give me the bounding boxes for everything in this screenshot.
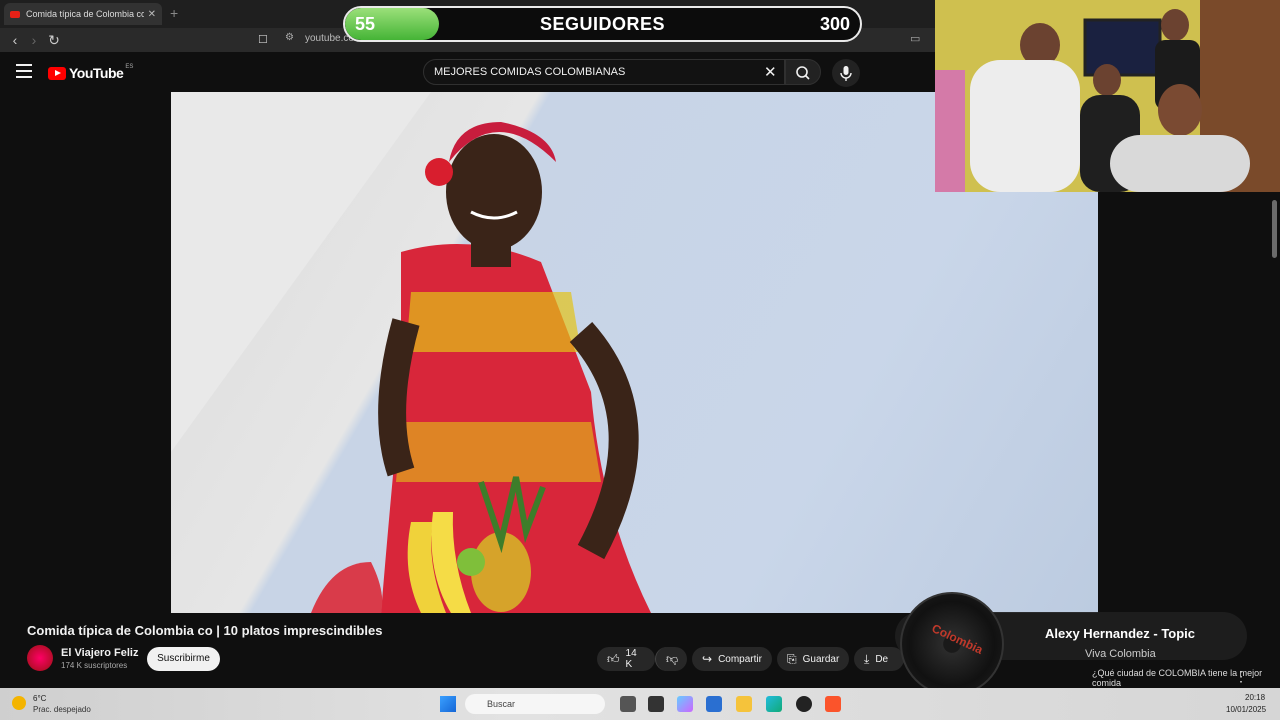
site-info-icon[interactable]: ⚙ [285,32,294,43]
bookmark-icon[interactable]: ☐ [258,33,268,46]
webcam-overlay [935,0,1280,192]
weather-sun-icon[interactable] [12,696,26,710]
brave-icon[interactable] [825,696,841,712]
download-icon: ⤓ [864,651,870,666]
music-song: Viva Colombia [1085,648,1156,660]
obs-icon[interactable] [796,696,812,712]
youtube-logo[interactable]: YouTube ES [48,64,134,81]
file-explorer-icon[interactable] [736,696,752,712]
taskbar-search-field[interactable]: Buscar [465,694,605,714]
task-view-icon[interactable] [620,696,636,712]
save-button[interactable]: ⎘ Guardar [777,647,849,671]
thumbs-up-icon: 👍︎ [607,651,620,666]
tab-title: Comida típica de Colombia co | 10 [26,9,144,19]
clear-search-icon[interactable]: ✕ [764,63,777,81]
channel-name[interactable]: El Viajero Feliz [61,647,138,659]
tab-close-icon[interactable]: ✕ [148,9,156,20]
hamburger-menu-icon[interactable] [16,64,32,78]
recommended-video-title[interactable]: ¿Qué ciudad de COLOMBIA tiene la mejor c… [1092,668,1280,688]
windows-taskbar: 6°C Prac. despejado Buscar 20:18 10/01/2… [0,688,1280,720]
follower-goal-bar: SEGUIDORES 55 300 [343,6,862,42]
back-icon[interactable]: ‹ [5,30,25,50]
page-scrollbar[interactable] [1272,200,1277,258]
clock-time[interactable]: 20:18 [1245,693,1265,702]
follower-count: 55 [355,14,376,34]
share-label: Compartir [718,653,762,665]
search-button[interactable] [785,59,821,85]
app-icon[interactable] [648,696,664,712]
subscribe-button[interactable]: Suscribirme [147,647,220,671]
thumbs-down-icon: 👎︎ [666,651,679,666]
reload-icon[interactable]: ↻ [44,30,64,50]
youtube-play-icon [48,66,66,80]
weather-temperature[interactable]: 6°C [33,694,46,703]
voice-search-button[interactable] [832,59,860,87]
copilot-icon[interactable] [677,696,693,712]
follower-goal-target: 300 [819,14,850,34]
logo-text: YouTube [69,65,124,81]
microphone-icon [840,66,852,81]
subscriber-count: 174 K suscriptores [61,661,128,670]
more-options-icon[interactable]: ⋮ [1234,668,1248,685]
music-artist: Alexy Hernandez - Topic [1045,626,1196,641]
save-label: Guardar [802,653,840,665]
youtube-favicon-icon [10,10,20,18]
search-input[interactable]: MEJORES COMIDAS COLOMBIANAS ✕ [423,59,785,85]
channel-avatar[interactable] [27,645,53,671]
windows-start-icon[interactable] [440,696,456,712]
share-button[interactable]: ↪ Compartir [692,647,772,671]
webcam-scene [935,0,1280,192]
download-label: De [875,653,889,665]
store-icon[interactable] [706,696,722,712]
weather-description[interactable]: Prac. despejado [33,705,91,714]
clock-date[interactable]: 10/01/2025 [1226,705,1266,714]
bookmark-save-icon: ⎘ [787,651,797,666]
browser-tab[interactable]: Comida típica de Colombia co | 10 ✕ [4,3,162,25]
like-count: 14 K [625,648,637,670]
youtube-header: YouTube ES MEJORES COMIDAS COLOMBIANAS ✕ [0,52,935,92]
new-tab-button[interactable]: + [170,5,178,21]
follower-goal-title: SEGUIDORES [539,14,666,34]
search-query: MEJORES COMIDAS COLOMBIANAS [434,66,626,78]
edge-icon[interactable] [766,696,782,712]
region-code: ES [125,64,134,70]
dislike-button[interactable]: 👎︎ [655,647,687,671]
video-title: Comida típica de Colombia co | 10 platos… [27,623,383,638]
cast-icon[interactable]: ▭ [910,32,920,45]
forward-icon[interactable]: › [24,30,44,50]
search-icon [796,66,810,80]
download-button[interactable]: ⤓ De [854,647,904,671]
share-icon: ↪ [702,652,713,666]
like-button[interactable]: 👍︎ 14 K [597,647,655,671]
right-panel-empty [1098,192,1280,613]
